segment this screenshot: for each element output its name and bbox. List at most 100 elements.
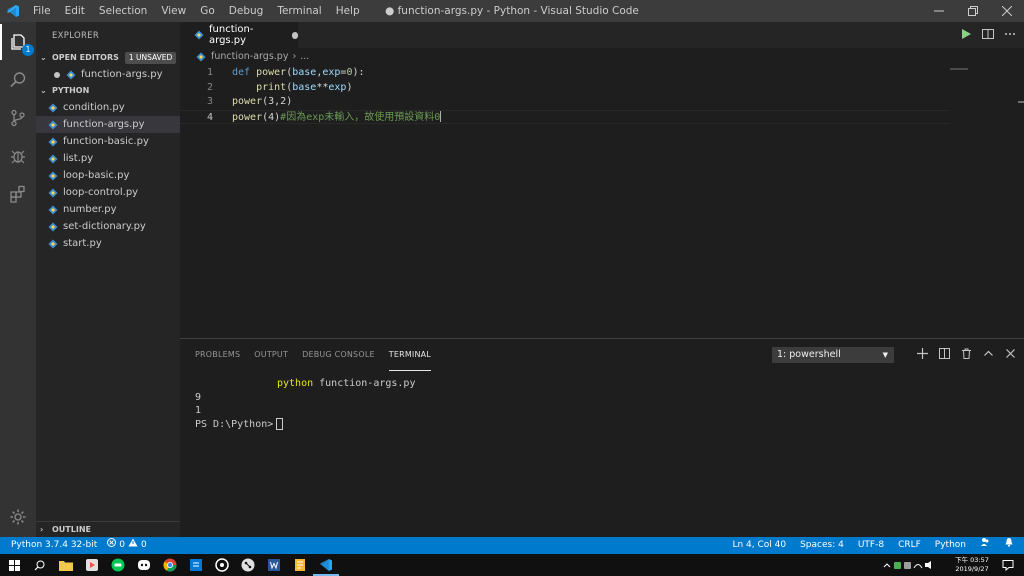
taskbar-clock[interactable]: 下午 03:57 2019/9/27 [950, 556, 994, 574]
more-actions-icon[interactable] [1004, 28, 1016, 43]
outline-section[interactable]: › OUTLINE [36, 521, 180, 537]
trash-icon[interactable] [961, 348, 972, 362]
code-editor[interactable]: 1 def power(base,exp=0): 2 print(base**e… [180, 66, 1024, 338]
encoding[interactable]: UTF-8 [858, 537, 884, 554]
file-item[interactable]: function-args.py [36, 116, 180, 133]
code-text: power(4)#因為exp未輸入，故使用預設資料0 [232, 111, 442, 126]
gear-icon[interactable] [0, 499, 36, 535]
new-terminal-icon[interactable] [917, 348, 928, 362]
split-terminal-icon[interactable] [939, 348, 950, 362]
chrome-icon[interactable] [162, 557, 178, 573]
restore-button[interactable] [956, 0, 990, 22]
file-item[interactable]: start.py [36, 235, 180, 252]
store-app-icon[interactable] [188, 557, 204, 573]
tab-terminal[interactable]: TERMINAL [388, 339, 432, 371]
breadcrumb-symbol[interactable]: ... [300, 48, 309, 66]
word-icon[interactable] [266, 557, 282, 573]
extensions-icon[interactable] [0, 176, 36, 212]
explorer-icon[interactable]: 1 [0, 24, 36, 60]
search-icon[interactable] [0, 62, 36, 98]
menu-go[interactable]: Go [193, 0, 222, 22]
discord-icon[interactable] [136, 557, 152, 573]
problems-status[interactable]: 0 0 [107, 537, 147, 554]
menu-selection[interactable]: Selection [92, 0, 154, 22]
terminal-line: 1 [195, 405, 202, 416]
feedback-icon[interactable] [980, 537, 990, 554]
run-icon[interactable] [960, 28, 972, 43]
unsaved-dot-icon[interactable] [54, 71, 60, 78]
minimap[interactable] [950, 68, 968, 70]
close-window-button[interactable] [990, 0, 1024, 22]
breadcrumb-separator-icon: › [292, 51, 297, 62]
file-item[interactable]: set-dictionary.py [36, 218, 180, 235]
open-editors-section[interactable]: ⌄ OPEN EDITORS 1 UNSAVED [36, 50, 180, 66]
terminal-select-value: 1: powershell [777, 349, 841, 360]
terminal-output[interactable]: python function-args.py 9 1 PS D:\Python… [195, 377, 415, 431]
tab-debug-console[interactable]: DEBUG CONSOLE [302, 339, 375, 371]
indentation[interactable]: Spaces: 4 [800, 537, 844, 554]
git-app-icon[interactable] [240, 557, 256, 573]
python-file-icon [48, 222, 58, 232]
tab-function-args[interactable]: function-args.py [180, 22, 298, 48]
menu-terminal[interactable]: Terminal [270, 0, 328, 22]
vscode-taskbar-icon[interactable] [318, 557, 334, 573]
camera-app-icon[interactable] [214, 557, 230, 573]
menu-view[interactable]: View [154, 0, 193, 22]
code-token: power [232, 96, 263, 107]
file-item-label: function-args.py [63, 119, 145, 130]
file-item[interactable]: number.py [36, 201, 180, 218]
line-app-icon[interactable] [110, 557, 126, 573]
cursor-position[interactable]: Ln 4, Col 40 [732, 537, 786, 554]
code-token: (3,2) [262, 96, 293, 107]
file-item[interactable]: condition.py [36, 99, 180, 116]
source-control-icon[interactable] [0, 100, 36, 136]
code-token: power [232, 111, 263, 123]
menu-debug[interactable]: Debug [222, 0, 271, 22]
code-token: (4) [262, 111, 281, 123]
code-token: print [256, 81, 287, 93]
file-explorer-icon[interactable] [58, 557, 74, 573]
file-item[interactable]: loop-control.py [36, 184, 180, 201]
file-item-label: number.py [63, 204, 117, 215]
menu-help[interactable]: Help [329, 0, 367, 22]
clock-date: 2019/9/27 [955, 565, 989, 573]
code-token: exp [328, 81, 347, 93]
file-item[interactable]: function-basic.py [36, 133, 180, 150]
title-bar: File Edit Selection View Go Debug Termin… [0, 0, 1024, 22]
code-token: base [292, 67, 317, 78]
windows-start-icon[interactable] [6, 557, 22, 573]
notes-app-icon[interactable] [292, 557, 308, 573]
split-editor-icon[interactable] [982, 28, 994, 43]
file-item[interactable]: loop-basic.py [36, 167, 180, 184]
breadcrumb-file[interactable]: function-args.py [211, 48, 288, 66]
open-editor-item[interactable]: function-args.py [36, 66, 180, 83]
open-editors-label: OPEN EDITORS [52, 53, 119, 62]
python-folder-section[interactable]: ⌄ PYTHON [36, 83, 180, 99]
terminal-select[interactable]: 1: powershell ▼ [772, 347, 894, 363]
menu-edit[interactable]: Edit [58, 0, 92, 22]
tab-output[interactable]: OUTPUT [254, 339, 288, 371]
bell-icon[interactable] [1004, 537, 1014, 554]
python-interpreter[interactable]: Python 3.7.4 32-bit [11, 537, 97, 554]
code-line: 2 print(base**exp) [180, 81, 950, 96]
code-token: ): [352, 67, 365, 78]
media-app-icon[interactable] [84, 557, 100, 573]
taskbar-search-icon[interactable] [31, 557, 47, 573]
scrollbar[interactable] [1018, 101, 1024, 103]
python-file-icon [48, 188, 58, 198]
tab-problems[interactable]: PROBLEMS [195, 339, 240, 371]
notification-icon[interactable] [1000, 557, 1016, 573]
unsaved-dot-icon[interactable] [291, 31, 298, 39]
line-ending[interactable]: CRLF [898, 537, 921, 554]
code-token: ) [346, 81, 353, 93]
windows-taskbar: 下午 03:57 2019/9/27 [0, 554, 1024, 576]
language-mode[interactable]: Python [935, 537, 966, 554]
file-item[interactable]: list.py [36, 150, 180, 167]
debug-icon[interactable] [0, 138, 36, 174]
caret-down-icon: ▼ [882, 351, 888, 359]
close-panel-icon[interactable] [1005, 348, 1016, 362]
chevron-up-icon[interactable] [983, 348, 994, 362]
menu-file[interactable]: File [26, 0, 58, 22]
system-tray[interactable] [882, 557, 932, 573]
minimize-button[interactable] [922, 0, 956, 22]
